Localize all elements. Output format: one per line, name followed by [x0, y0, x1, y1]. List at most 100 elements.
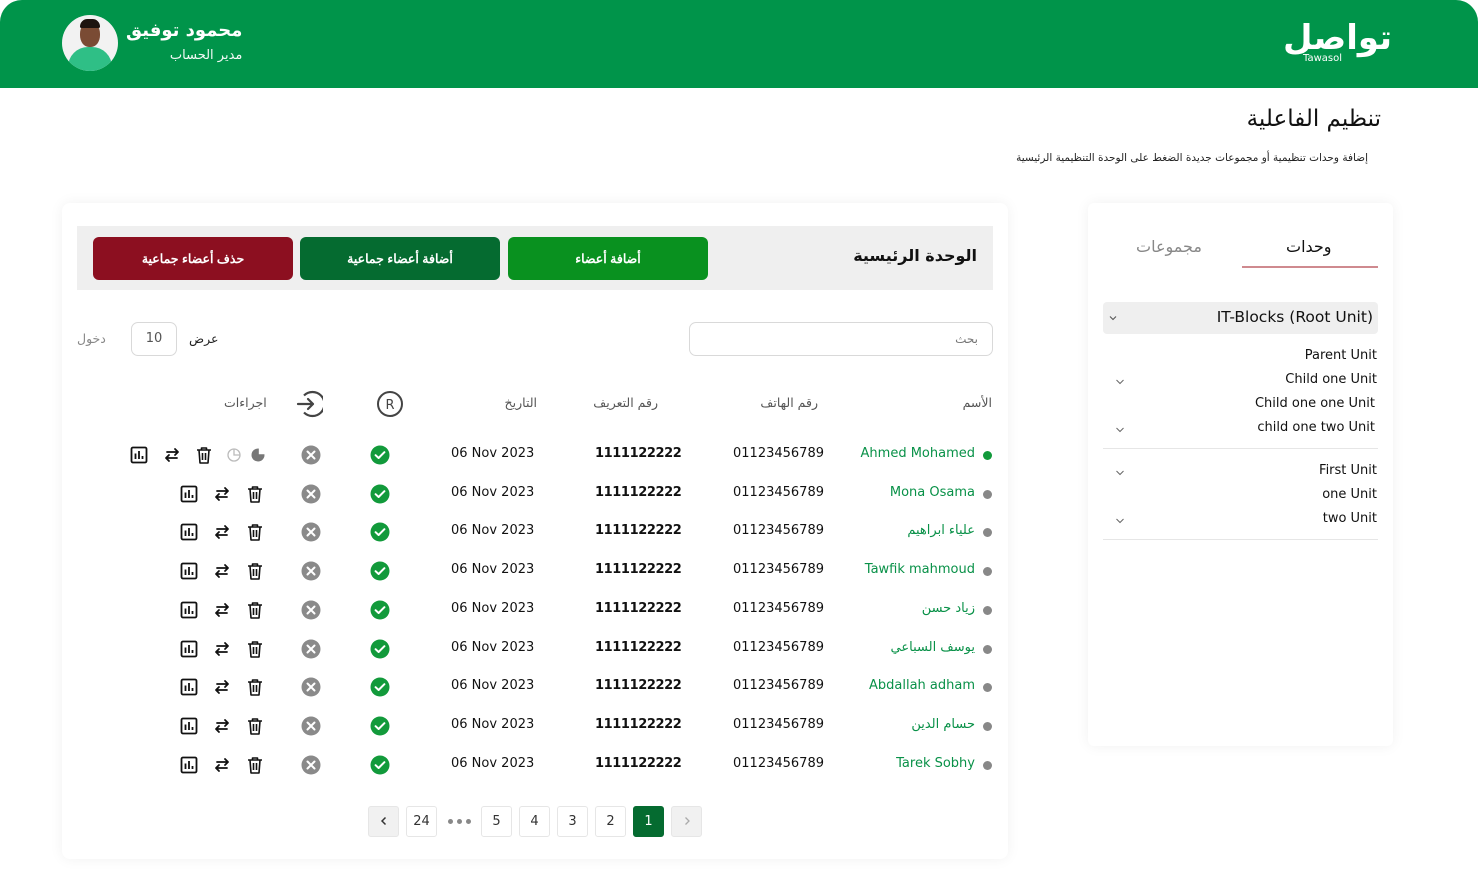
x-circle-icon[interactable] — [301, 639, 321, 659]
status-dot — [983, 644, 992, 654]
delete-icon[interactable] — [245, 677, 265, 697]
member-date: 06 Nov 2023 — [451, 562, 535, 578]
login-icon — [296, 390, 323, 418]
x-circle-icon[interactable] — [301, 561, 321, 581]
report-icon[interactable] — [179, 755, 199, 775]
status-dot — [983, 567, 992, 577]
header-name: الأسم — [962, 395, 992, 410]
pie-chart-outline-icon[interactable] — [224, 445, 244, 465]
delete-icon[interactable] — [245, 639, 265, 659]
add-members-button[interactable]: أضافة أعضاء — [508, 237, 708, 280]
check-circle-icon — [370, 677, 390, 697]
transfer-icon[interactable] — [212, 484, 232, 504]
report-icon[interactable] — [179, 522, 199, 542]
logo-arabic: تواصل — [1283, 18, 1393, 58]
x-circle-icon[interactable] — [301, 445, 321, 465]
x-circle-icon[interactable] — [301, 755, 321, 775]
pie-chart-filled-icon[interactable] — [248, 445, 268, 465]
report-icon[interactable] — [179, 561, 199, 581]
x-circle-icon[interactable] — [301, 522, 321, 542]
tree-item[interactable]: child one two Unit — [1257, 420, 1375, 435]
tree-item[interactable]: one Unit — [1322, 487, 1377, 502]
tree-item[interactable]: Child one one Unit — [1255, 396, 1375, 411]
tab-groups[interactable]: مجموعات — [1136, 237, 1202, 256]
logo[interactable]: تواصل Tawasol — [1283, 18, 1393, 64]
pagination: 24 5 4 3 2 1 — [368, 805, 702, 837]
root-unit[interactable]: IT-Blocks (Root Unit) — [1103, 302, 1378, 334]
page-5[interactable]: 5 — [481, 805, 512, 837]
delete-icon[interactable] — [245, 522, 265, 542]
member-date: 06 Nov 2023 — [451, 755, 535, 771]
bulk-add-members-button[interactable]: أضافة أعضاء جماعية — [300, 237, 500, 280]
report-icon[interactable] — [179, 716, 199, 736]
transfer-icon[interactable] — [212, 716, 232, 736]
report-icon[interactable] — [179, 639, 199, 659]
member-id: 1111122222 — [595, 446, 682, 461]
report-icon[interactable] — [179, 677, 199, 697]
check-circle-icon — [370, 600, 390, 620]
transfer-icon[interactable] — [212, 522, 232, 542]
report-icon[interactable] — [129, 445, 149, 465]
transfer-icon[interactable] — [212, 755, 232, 775]
next-page-button[interactable] — [671, 805, 702, 837]
page-4[interactable]: 4 — [519, 805, 550, 837]
user-name: محمود توفيق — [126, 20, 243, 41]
member-name[interactable]: Tarek Sobhy — [896, 756, 975, 771]
member-name[interactable]: Mona Osama — [890, 485, 975, 500]
member-name[interactable]: زياد حسن — [922, 601, 975, 616]
transfer-icon[interactable] — [212, 561, 232, 581]
transfer-icon[interactable] — [212, 639, 232, 659]
delete-icon[interactable] — [245, 600, 265, 620]
page-title: تنظيم الفاعلية — [1246, 106, 1381, 132]
member-phone: 01123456789 — [733, 562, 824, 578]
page-last[interactable]: 24 — [406, 805, 437, 837]
table-row: Ahmed Mohamed 01123456789 1111122222 06 Nov… — [62, 436, 1008, 474]
unit-title: الوحدة الرئيسية — [853, 246, 977, 265]
x-circle-icon[interactable] — [301, 716, 321, 736]
delete-icon[interactable] — [245, 755, 265, 775]
member-date: 06 Nov 2023 — [451, 639, 535, 655]
member-name[interactable]: علياء ابراهيم — [907, 523, 975, 538]
prev-page-button[interactable] — [368, 805, 399, 837]
delete-icon[interactable] — [245, 484, 265, 504]
table-row: يوسف السباعي 01123456789 1111122222 06 Nov … — [62, 630, 1008, 668]
transfer-icon[interactable] — [212, 600, 232, 620]
page-2[interactable]: 2 — [595, 805, 626, 837]
x-circle-icon[interactable] — [301, 484, 321, 504]
tree-divider — [1103, 539, 1378, 540]
page-3[interactable]: 3 — [557, 805, 588, 837]
page-size-select[interactable]: 10 — [131, 322, 177, 356]
bulk-delete-members-button[interactable]: حذف أعضاء جماعية — [93, 237, 293, 280]
page-1[interactable]: 1 — [633, 805, 664, 837]
member-phone: 01123456789 — [733, 446, 824, 461]
chevron-down-icon[interactable] — [1115, 469, 1125, 477]
chevron-down-icon[interactable] — [1115, 378, 1125, 386]
tree-item[interactable]: two Unit — [1323, 511, 1377, 526]
member-phone: 01123456789 — [733, 523, 824, 539]
member-name[interactable]: Ahmed Mohamed — [861, 446, 975, 461]
tab-units[interactable]: وحدات — [1286, 237, 1332, 256]
search-input[interactable] — [689, 322, 993, 356]
member-name[interactable]: حسام الدين — [911, 717, 975, 732]
x-circle-icon[interactable] — [301, 600, 321, 620]
user-profile[interactable]: محمود توفيق مدير الحساب — [62, 15, 242, 71]
x-circle-icon[interactable] — [301, 677, 321, 697]
report-icon[interactable] — [179, 600, 199, 620]
delete-icon[interactable] — [194, 445, 214, 465]
member-name[interactable]: Tawfik mahmoud — [865, 562, 975, 577]
transfer-icon[interactable] — [212, 677, 232, 697]
report-icon[interactable] — [179, 484, 199, 504]
avatar — [62, 15, 118, 71]
table-row: Tawfik mahmoud 01123456789 1111122222 06 No… — [62, 552, 1008, 590]
tree-item[interactable]: Parent Unit — [1305, 348, 1377, 363]
check-circle-icon — [370, 445, 390, 465]
chevron-down-icon[interactable] — [1115, 426, 1125, 434]
tree-item[interactable]: First Unit — [1319, 463, 1377, 478]
delete-icon[interactable] — [245, 716, 265, 736]
delete-icon[interactable] — [245, 561, 265, 581]
transfer-icon[interactable] — [162, 445, 182, 465]
member-name[interactable]: يوسف السباعي — [891, 640, 975, 655]
chevron-down-icon[interactable] — [1115, 517, 1125, 525]
tree-item[interactable]: Child one Unit — [1285, 372, 1377, 387]
member-name[interactable]: Abdallah adham — [869, 678, 975, 693]
